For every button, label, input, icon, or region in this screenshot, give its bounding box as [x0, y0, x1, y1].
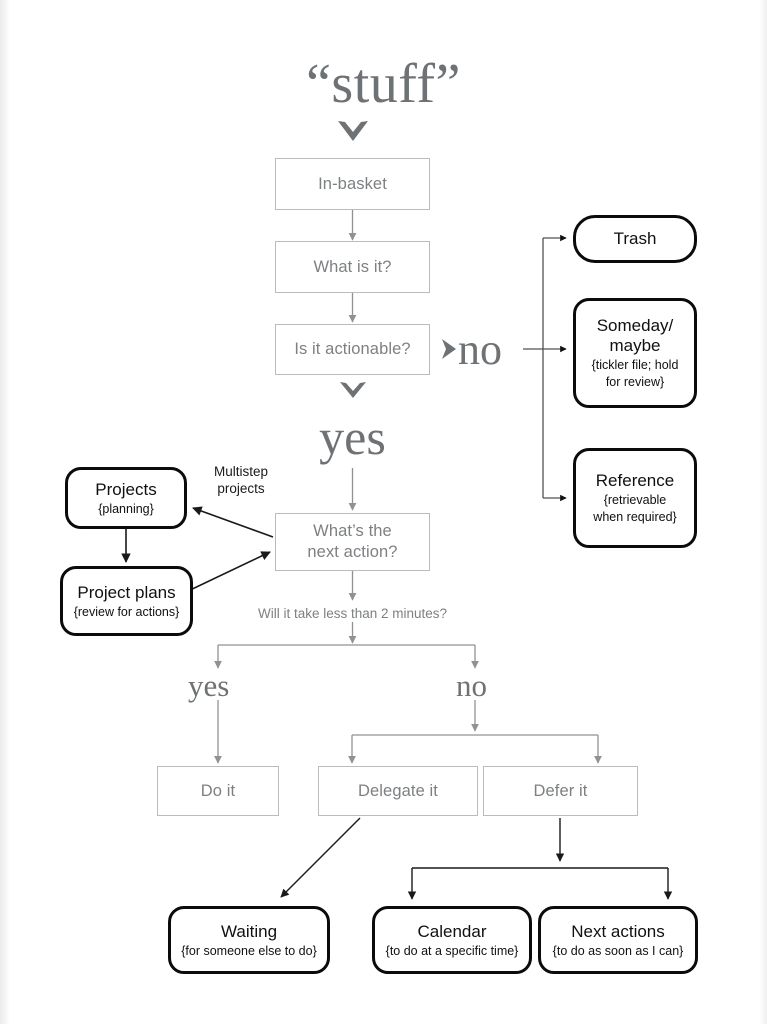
- node-next-action-line1: What’s the: [313, 522, 392, 540]
- node-someday-maybe-sub2: for review}: [605, 375, 665, 389]
- node-trash-label: Trash: [613, 229, 657, 248]
- node-what-is-it-label: What is it?: [313, 257, 392, 276]
- node-someday-maybe-line2: maybe: [609, 336, 661, 355]
- node-someday-maybe-line1: Someday/: [596, 316, 674, 335]
- node-trash[interactable]: Trash: [573, 215, 697, 263]
- node-reference-sub2: when required}: [593, 510, 677, 524]
- gtd-workflow-diagram: “stuff” In-basket What is it? Is it acti…: [0, 0, 767, 1024]
- node-projects[interactable]: Projects {planning}: [65, 467, 187, 529]
- node-calendar[interactable]: Calendar {to do at a specific time}: [372, 906, 532, 974]
- node-calendar-sub: {to do at a specific time}: [385, 943, 519, 958]
- node-project-plans-label: Project plans: [77, 582, 176, 602]
- chevron-down-icon-yes-branch: [340, 382, 366, 398]
- node-someday-maybe-sub1: {tickler file; hold: [591, 358, 679, 372]
- node-project-plans-sub: {review for actions}: [73, 604, 180, 619]
- node-waiting-label: Waiting: [220, 921, 278, 941]
- node-waiting[interactable]: Waiting {for someone else to do}: [168, 906, 330, 974]
- branch-label-no-bottom: no: [456, 668, 487, 703]
- node-reference[interactable]: Reference {retrievable when required}: [573, 448, 697, 548]
- arrow-right-icon-no-branch: [442, 339, 456, 359]
- node-projects-label: Projects: [95, 479, 157, 499]
- chevron-down-icon: [338, 121, 368, 141]
- label-multistep-projects: Multistep projects: [196, 463, 286, 497]
- node-do-it[interactable]: Do it: [157, 766, 279, 816]
- label-multistep-line2: projects: [217, 481, 265, 496]
- node-is-it-actionable[interactable]: Is it actionable?: [275, 324, 430, 375]
- node-what-is-it[interactable]: What is it?: [275, 241, 430, 293]
- node-someday-maybe[interactable]: Someday/ maybe {tickler file; hold for r…: [573, 298, 697, 408]
- node-next-action[interactable]: What’s the next action?: [275, 513, 430, 571]
- node-projects-sub: {planning}: [98, 501, 154, 516]
- node-waiting-sub: {for someone else to do}: [181, 943, 317, 958]
- node-calendar-label: Calendar: [417, 921, 487, 941]
- label-multistep-line1: Multistep: [213, 464, 269, 479]
- node-defer-it-label: Defer it: [533, 781, 588, 800]
- node-delegate-it-label: Delegate it: [358, 781, 438, 800]
- node-defer-it[interactable]: Defer it: [483, 766, 638, 816]
- node-in-basket-label: In-basket: [318, 174, 387, 193]
- node-next-actions[interactable]: Next actions {to do as soon as I can}: [538, 906, 698, 974]
- branch-label-no-top: no: [458, 325, 502, 374]
- node-reference-sub1: {retrievable: [603, 493, 667, 507]
- branch-label-yes-bottom: yes: [188, 668, 230, 703]
- page-title: “stuff”: [306, 53, 461, 115]
- node-project-plans[interactable]: Project plans {review for actions}: [60, 566, 193, 636]
- node-next-actions-sub: {to do as soon as I can}: [552, 943, 684, 958]
- node-next-actions-label: Next actions: [571, 921, 665, 941]
- node-do-it-label: Do it: [200, 781, 236, 800]
- node-is-it-actionable-label: Is it actionable?: [294, 340, 411, 358]
- node-delegate-it[interactable]: Delegate it: [318, 766, 478, 816]
- node-next-action-line2: next action?: [307, 543, 398, 561]
- node-in-basket[interactable]: In-basket: [275, 158, 430, 210]
- node-reference-label: Reference: [595, 471, 675, 490]
